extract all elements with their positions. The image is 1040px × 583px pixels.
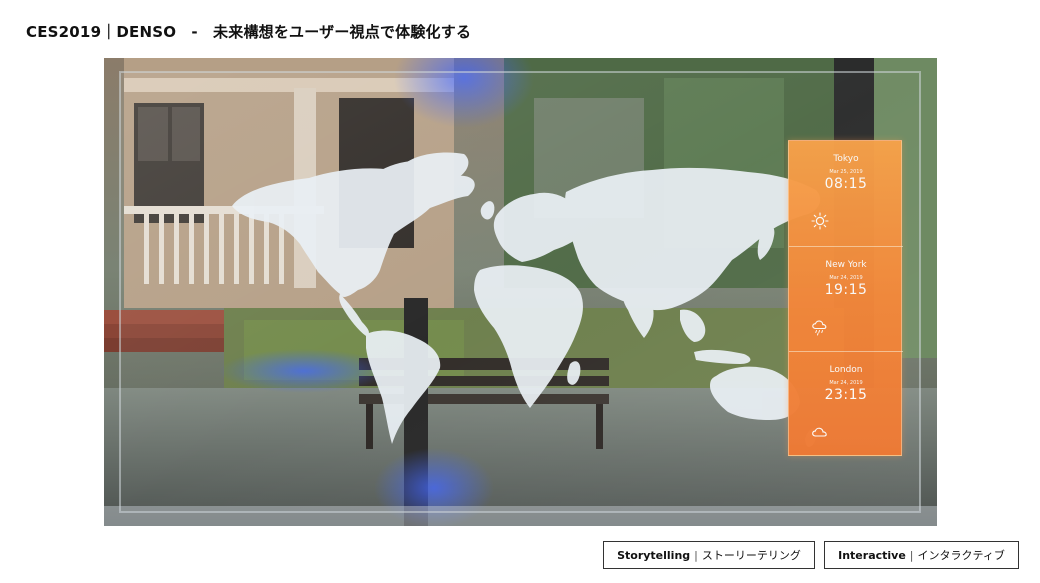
cloud-icon (812, 427, 827, 437)
time-text: 23:15 (824, 387, 868, 403)
weather-panel: Tokyo Mar 25, 2019 08:15 New York Mar 24… (788, 140, 903, 456)
sun-icon (811, 212, 829, 230)
weather-card-london: London Mar 24, 2019 23:15 (789, 351, 903, 456)
time-text: 08:15 (824, 176, 868, 192)
city-name: Tokyo (833, 154, 859, 164)
tag-label-ja: インタラクティブ (917, 549, 1005, 562)
page-title: CES2019｜DENSO - 未来構想をユーザー視点で体験化する (26, 23, 472, 41)
weather-card-new-york: New York Mar 24, 2019 19:15 (789, 246, 903, 351)
date-text: Mar 24, 2019 (829, 380, 863, 386)
weather-card-tokyo: Tokyo Mar 25, 2019 08:15 (789, 141, 903, 246)
tag-storytelling[interactable]: Storytelling | ストーリーテリング (603, 541, 815, 569)
tag-interactive[interactable]: Interactive | インタラクティブ (824, 541, 1019, 569)
hero-image: Tokyo Mar 25, 2019 08:15 New York Mar 24… (104, 58, 937, 526)
tag-separator: | (909, 548, 914, 562)
time-text: 19:15 (824, 282, 868, 298)
date-text: Mar 25, 2019 (829, 169, 863, 175)
city-name: New York (825, 260, 867, 270)
tag-label-ja: ストーリーテリング (701, 549, 801, 562)
tag-separator: | (694, 548, 698, 562)
tag-label-en: Storytelling (617, 548, 691, 562)
rain-cloud-icon (812, 320, 827, 336)
date-text: Mar 24, 2019 (829, 275, 863, 281)
city-name: London (829, 365, 863, 375)
tag-label-en: Interactive (838, 548, 906, 562)
